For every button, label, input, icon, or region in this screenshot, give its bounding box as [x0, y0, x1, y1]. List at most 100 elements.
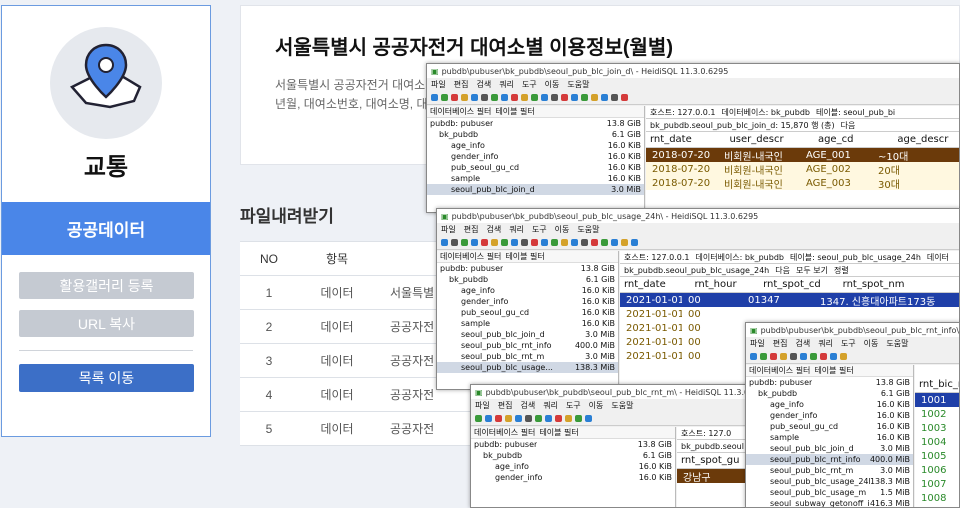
- table-row[interactable]: 1006: [915, 463, 959, 477]
- cell[interactable]: 강남구: [677, 469, 711, 484]
- table-tab[interactable]: 테이블: seoul_pub_bi: [816, 107, 895, 118]
- menu-item[interactable]: 이동: [589, 400, 604, 411]
- column-header[interactable]: rnt_spot_gu: [681, 455, 739, 466]
- tree-item[interactable]: seoul_pub_blc_usage_24h 138.3 MiB: [746, 476, 913, 487]
- cell[interactable]: 1002: [915, 409, 946, 420]
- cell[interactable]: 1001: [915, 395, 946, 406]
- db-filter-input[interactable]: 데이터베이스 필터: [430, 106, 491, 117]
- menu-item[interactable]: 쿼리: [499, 79, 514, 90]
- cell[interactable]: 00: [682, 309, 742, 320]
- tree-item[interactable]: age_info 16.0 KiB: [427, 140, 644, 151]
- tree-item[interactable]: bk_pubdb 6.1 GiB: [746, 388, 913, 399]
- cell[interactable]: AGE_001: [800, 150, 872, 161]
- column-header[interactable]: rnt_spot_cd: [763, 279, 829, 290]
- menu-item[interactable]: 쿼리: [509, 224, 524, 235]
- database-tab[interactable]: 데이터베이스: bk_pubdb: [696, 252, 785, 263]
- menu-item[interactable]: 이동: [555, 224, 570, 235]
- menu-item[interactable]: 편집: [464, 224, 479, 235]
- menu-item[interactable]: 검색: [486, 224, 501, 235]
- table-row[interactable]: 2018-07-20 비회원-내국인 AGE_001 ~10대: [646, 148, 959, 163]
- cell[interactable]: 00: [682, 337, 742, 348]
- menu-item[interactable]: 편집: [498, 400, 513, 411]
- table-row[interactable]: 2021-01-01 00 01347 1347. 신흥대아파트173동: [620, 293, 959, 308]
- menu-item[interactable]: 쿼리: [543, 400, 558, 411]
- table-row[interactable]: 1008: [915, 491, 959, 505]
- db-filter-input[interactable]: 데이터베이스 필터: [474, 427, 535, 438]
- tree-item[interactable]: seoul_pub_blc_join_d 3.0 MiB: [746, 443, 913, 454]
- tree-item[interactable]: pubdb: pubuser 13.8 GiB: [746, 377, 913, 388]
- cell[interactable]: 1347. 신흥대아파트173동: [814, 293, 944, 308]
- menu-item[interactable]: 파일: [441, 224, 456, 235]
- tree-item[interactable]: seoul_pub_blc_rnt_info 400.0 MiB: [746, 454, 913, 465]
- tree-item[interactable]: sample 16.0 KiB: [437, 318, 618, 329]
- tree-item[interactable]: gender_info 16.0 KiB: [471, 472, 675, 483]
- tree-item[interactable]: pubdb: pubuser 13.8 GiB: [427, 118, 644, 129]
- cell[interactable]: 2021-01-01: [620, 351, 682, 362]
- table-row[interactable]: 1007: [915, 477, 959, 491]
- cell[interactable]: 1006: [915, 465, 946, 476]
- tree-item[interactable]: seoul_pub_blc_join_d 3.0 MiB: [427, 184, 644, 195]
- table-row[interactable]: 1005: [915, 449, 959, 463]
- table-row[interactable]: 2018-07-20 비회원-내국인 AGE_003 30대: [646, 176, 959, 191]
- cell[interactable]: 2018-07-20: [646, 178, 718, 189]
- tree-item[interactable]: gender_info 16.0 KiB: [746, 410, 913, 421]
- heidisql-window[interactable]: ▣ pubdb\pubuser\bk_pubdb\seoul_pub_blc_rn…: [470, 384, 770, 508]
- menu-item[interactable]: 파일: [750, 338, 765, 349]
- cell[interactable]: 비회원-내국인: [718, 148, 800, 163]
- next-button[interactable]: 다음: [775, 265, 790, 276]
- database-tab[interactable]: 데이터베이스: bk_pubdb: [722, 107, 811, 118]
- table-row[interactable]: 2018-07-20 비회원-내국인 AGE_002 20대: [646, 162, 959, 177]
- cell[interactable]: 00: [682, 351, 742, 362]
- cell[interactable]: 비회원-내국인: [718, 176, 800, 191]
- menu-item[interactable]: 도움말: [886, 338, 908, 349]
- heidisql-window[interactable]: ▣ pubdb\pubuser\bk_pubdb\seoul_pub_blc_jo…: [426, 63, 960, 213]
- tree-item[interactable]: seoul_pub_blc_join_d 3.0 MiB: [437, 329, 618, 340]
- url-copy-button[interactable]: URL 복사: [19, 310, 194, 337]
- tree-item[interactable]: seoul_subway_getonoff_i... 416.3 MiB: [746, 498, 913, 507]
- menu-item[interactable]: 파일: [475, 400, 490, 411]
- host-tab[interactable]: 호스트: 127.0.0.1: [624, 252, 690, 263]
- db-filter-input[interactable]: 데이터베이스 필터: [440, 251, 501, 262]
- list-move-button[interactable]: 목록 이동: [19, 364, 194, 392]
- tree-item[interactable]: seoul_pub_blc_usage_m 1.5 MiB: [746, 487, 913, 498]
- column-header[interactable]: rnt_spot_nm: [843, 279, 959, 290]
- host-tab[interactable]: 호스트: 127.0.0.1: [650, 107, 716, 118]
- cell[interactable]: 2018-07-20: [646, 150, 718, 161]
- tree-item[interactable]: pub_seoul_gu_cd 16.0 KiB: [427, 162, 644, 173]
- column-header[interactable]: age_descr: [897, 134, 959, 145]
- cell[interactable]: 2021-01-01: [620, 309, 682, 320]
- tree-item[interactable]: age_info 16.0 KiB: [746, 399, 913, 410]
- menu-item[interactable]: 도구: [522, 79, 537, 90]
- tree-item[interactable]: gender_info 16.0 KiB: [427, 151, 644, 162]
- tree-item[interactable]: bk_pubdb 6.1 GiB: [437, 274, 618, 285]
- menu-item[interactable]: 편집: [773, 338, 788, 349]
- next-button[interactable]: 다음: [841, 120, 856, 131]
- cell[interactable]: 20대: [872, 162, 942, 177]
- tree-item[interactable]: pub_seoul_gu_cd 16.0 KiB: [746, 421, 913, 432]
- menu-item[interactable]: 검색: [795, 338, 810, 349]
- column-header[interactable]: age_cd: [818, 134, 883, 145]
- public-data-tab[interactable]: 공공데이터: [2, 202, 210, 255]
- gallery-register-button[interactable]: 활용갤러리 등록: [19, 272, 194, 299]
- menu-item[interactable]: 쿼리: [818, 338, 833, 349]
- menu-item[interactable]: 도구: [566, 400, 581, 411]
- menu-item[interactable]: 도움말: [611, 400, 633, 411]
- tree-item[interactable]: seoul_pub_blc_rnt_m 3.0 MiB: [437, 351, 618, 362]
- column-header[interactable]: rnt_date: [650, 134, 715, 145]
- heidisql-window[interactable]: ▣ pubdb\pubuser\bk_pubdb\seoul_pub_blc_rn…: [745, 322, 960, 508]
- menu-item[interactable]: 검색: [476, 79, 491, 90]
- tree-item[interactable]: age_info 16.0 KiB: [471, 461, 675, 472]
- menu-item[interactable]: 이동: [864, 338, 879, 349]
- tree-item[interactable]: seoul_pub_blc_rnt_m 3.0 MiB: [746, 465, 913, 476]
- cell[interactable]: 30대: [872, 176, 942, 191]
- column-header[interactable]: rnt_bic_n: [919, 379, 959, 390]
- cell[interactable]: 1008: [915, 493, 946, 504]
- table-row[interactable]: 2021-01-01 00: [620, 307, 959, 321]
- tree-item[interactable]: bk_pubdb 6.1 GiB: [427, 129, 644, 140]
- tree-item[interactable]: sample 16.0 KiB: [427, 173, 644, 184]
- tree-item[interactable]: pubdb: pubuser 13.8 GiB: [437, 263, 618, 274]
- menu-item[interactable]: 파일: [431, 79, 446, 90]
- column-header[interactable]: rnt_hour: [694, 279, 749, 290]
- tree-item[interactable]: seoul_pub_blc_usage... 138.3 MiB: [437, 362, 618, 373]
- cell[interactable]: ~10대: [872, 148, 942, 163]
